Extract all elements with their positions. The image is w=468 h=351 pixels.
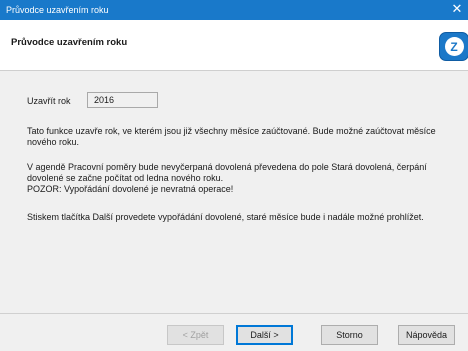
info-text-2-warning: POZOR: Vypořádání dovolené je nevratná o… [27,184,234,194]
info-text-2: V agendě Pracovní poměry bude nevyčerpan… [27,162,457,195]
info-text-1: Tato funkce uzavře rok, ve kterém jsou j… [27,126,436,147]
year-field: 2016 [87,92,158,108]
window-title: Průvodce uzavřením roku [6,5,109,15]
close-icon[interactable]: ✕ [450,2,464,16]
footer-divider [0,313,468,314]
app-logo-icon: Z [439,32,468,61]
info-text-2-line1: V agendě Pracovní poměry bude nevyčerpan… [27,162,427,183]
year-label: Uzavřít rok [27,96,71,106]
back-button[interactable]: < Zpět [167,325,224,345]
app-logo-letter: Z [450,39,458,54]
app-logo-inner: Z [444,37,464,56]
info-text-3: Stiskem tlačítka Další provedete vypořád… [27,212,424,222]
cancel-button[interactable]: Storno [321,325,378,345]
next-button[interactable]: Další > [236,325,293,345]
page-title: Průvodce uzavřením roku [11,37,128,48]
window-titlebar: Průvodce uzavřením roku ✕ [0,0,468,20]
wizard-header: Průvodce uzavřením roku [0,20,468,71]
help-button[interactable]: Nápověda [398,325,455,345]
